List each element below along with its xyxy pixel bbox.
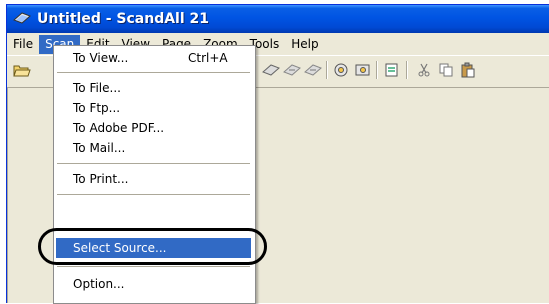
- toolbar-separator: [406, 61, 407, 79]
- menu-item-to-pdf[interactable]: To Adobe PDF...: [56, 118, 251, 138]
- menu-item-to-mail[interactable]: To Mail...: [56, 138, 251, 158]
- to-view-label: To View...: [73, 51, 129, 65]
- menu-item-to-print[interactable]: To Print...: [56, 169, 251, 189]
- menu-separator: [57, 72, 250, 73]
- to-ftp-label: To Ftp...: [73, 101, 121, 115]
- gear-scan-icon[interactable]: [332, 61, 350, 79]
- title-bar[interactable]: Untitled - ScandAll 21: [7, 5, 549, 33]
- to-mail-label: To Mail...: [73, 141, 126, 155]
- menu-separator: [57, 266, 250, 267]
- scan-arrow-icon[interactable]: [304, 61, 322, 79]
- menu-item-option[interactable]: Option...: [56, 274, 251, 294]
- menu-separator: [57, 194, 250, 195]
- scan-arrow-icon[interactable]: [262, 61, 280, 79]
- toolbar-separator: [326, 61, 327, 79]
- paste-icon[interactable]: [459, 61, 477, 79]
- gear-scan-icon[interactable]: [354, 61, 372, 79]
- to-pdf-label: To Adobe PDF...: [73, 121, 165, 135]
- menu-help[interactable]: Help: [285, 35, 324, 54]
- menu-item-to-file[interactable]: To File...: [56, 78, 251, 98]
- menu-item-to-view[interactable]: To View... Ctrl+A: [56, 48, 251, 68]
- highlight-callout-ellipse: [38, 228, 267, 265]
- window-title: Untitled - ScandAll 21: [37, 11, 209, 27]
- cut-icon[interactable]: [415, 61, 433, 79]
- copy-icon[interactable]: [437, 61, 455, 79]
- to-print-label: To Print...: [73, 172, 129, 186]
- page-scan-icon[interactable]: [383, 61, 401, 79]
- option-label: Option...: [73, 277, 125, 291]
- menu-separator: [57, 163, 250, 164]
- menu-item-to-ftp[interactable]: To Ftp...: [56, 98, 251, 118]
- scan-arrow-icon[interactable]: [283, 61, 301, 79]
- open-folder-icon[interactable]: [13, 61, 31, 79]
- scandall-app-icon: [13, 11, 31, 27]
- to-file-label: To File...: [73, 81, 121, 95]
- toolbar-separator: [376, 61, 377, 79]
- menu-file[interactable]: File: [7, 35, 39, 54]
- scan-menu-dropdown: To View... Ctrl+A To File... To Ftp... T…: [53, 45, 256, 304]
- to-view-shortcut: Ctrl+A: [188, 51, 228, 65]
